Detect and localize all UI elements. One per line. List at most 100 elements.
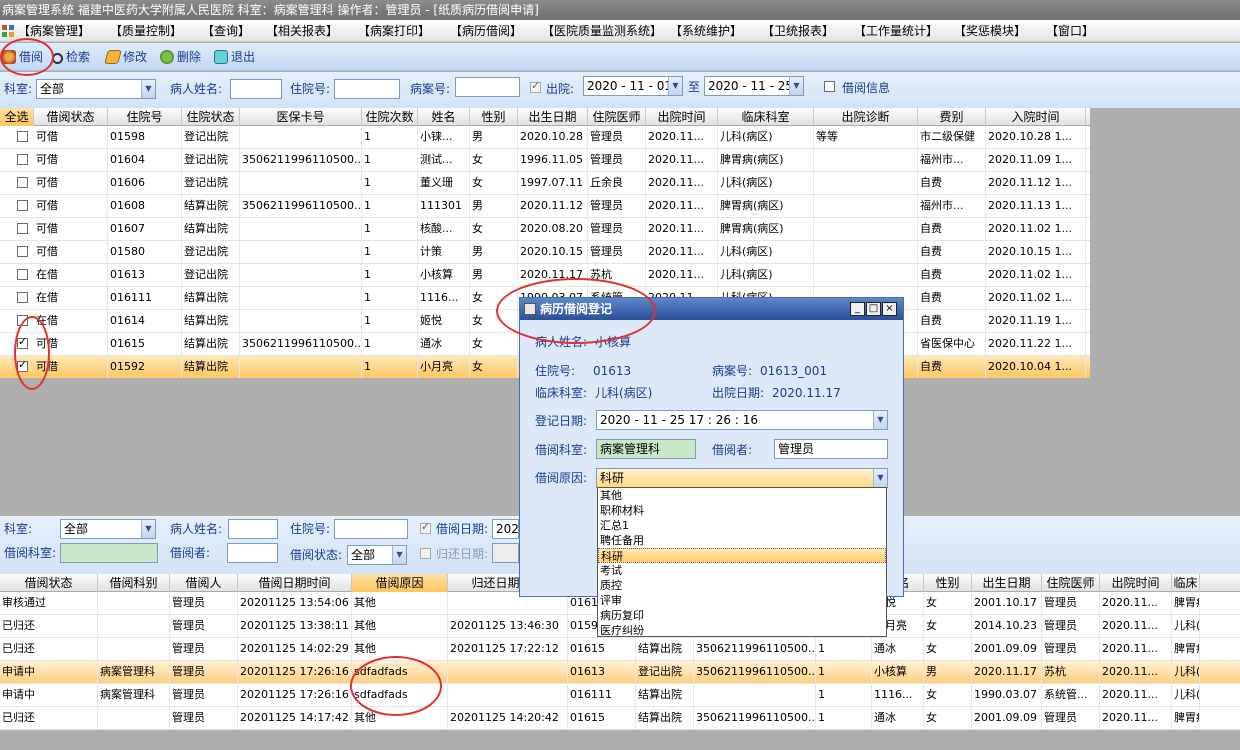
maximize-button[interactable]: □	[866, 302, 881, 316]
column-header-gender[interactable]: 性别	[924, 574, 972, 592]
case-no-input[interactable]	[455, 77, 520, 97]
edit-button[interactable]: 修改	[104, 48, 147, 66]
column-header-borrow-reason[interactable]: 借阅原因	[352, 574, 448, 592]
column-header-fee-type[interactable]: 费别	[918, 108, 986, 126]
patient-name-input[interactable]	[230, 79, 282, 99]
option-medical-dispute[interactable]: 医疗纠纷	[598, 623, 886, 638]
table-row[interactable]: 可借 01580 登记出院 1 计策男 2020.10.15 管理员 2020.11... 儿科…	[0, 241, 1090, 264]
row-checkbox[interactable]	[17, 358, 28, 372]
column-header-borrow-status[interactable]: 借阅状态	[0, 574, 98, 592]
menu-item-record-borrow[interactable]: 【病历借阅】	[450, 20, 522, 42]
borrow-info-checkbox[interactable]	[824, 81, 835, 92]
column-header-diagnosis[interactable]: 出院诊断	[814, 108, 918, 126]
table-row[interactable]: 可借 01604 登记出院 3506211996110500... 1 测试... 女 199…	[0, 149, 1090, 172]
column-header-admission-time[interactable]: 入院时间	[986, 108, 1086, 126]
discharge-no-input[interactable]	[334, 79, 400, 99]
column-header-gender[interactable]: 性别	[470, 108, 518, 126]
row-checkbox[interactable]	[17, 131, 28, 142]
borrower-input[interactable]	[227, 543, 278, 563]
menu-item-reports[interactable]: 【相关报表】	[266, 20, 338, 42]
chevron-down-icon[interactable]: ▼	[141, 80, 155, 98]
minimize-button[interactable]: _	[850, 302, 865, 316]
menu-item-case-print[interactable]: 【病案打印】	[358, 20, 430, 42]
option-research[interactable]: 科研	[598, 548, 886, 563]
date-from-picker[interactable]: 2020 - 11 - 01 ▼	[583, 76, 683, 96]
borrow-dept-input[interactable]: 病案管理科	[596, 439, 696, 459]
table-row[interactable]: 可借 01606 登记出院 1 董义珊女 1997.07.11 丘余良 2020.11... 儿…	[0, 172, 1090, 195]
option-record-copy[interactable]: 病历复印	[598, 608, 886, 623]
chevron-down-icon[interactable]: ▼	[392, 546, 406, 564]
borrow-date-checkbox[interactable]	[420, 520, 431, 534]
column-header-borrower[interactable]: 借阅人	[170, 574, 238, 592]
reg-date-picker[interactable]: 2020 - 11 - 25 17 : 26 : 16 ▼	[596, 410, 888, 430]
borrow-reason-select[interactable]: 科研 ▼	[596, 468, 888, 488]
column-header-borrow-datetime[interactable]: 借阅日期时间	[238, 574, 352, 592]
borrower-input[interactable]: 管理员	[774, 439, 888, 459]
menu-item-workload[interactable]: 【工作量统计】	[854, 20, 938, 42]
chevron-down-icon[interactable]: ▼	[141, 520, 155, 538]
discharge-date-checkbox[interactable]	[530, 79, 541, 93]
exit-button[interactable]: 退出	[214, 48, 255, 66]
close-button[interactable]: ×	[882, 302, 897, 316]
column-header-select-all[interactable]: 全选	[0, 108, 34, 126]
chevron-down-icon[interactable]: ▼	[873, 469, 887, 487]
column-header-borrow-status[interactable]: 借阅状态	[34, 108, 108, 126]
chevron-down-icon[interactable]: ▼	[789, 77, 803, 95]
column-header-clinical-dept[interactable]: 临床科室	[718, 108, 814, 126]
table-row[interactable]: 可借 01607 结算出院 1 核酸... 女 2020.08.20 管理员 2020.11..…	[0, 218, 1090, 241]
column-header-stay-count[interactable]: 住院次数	[362, 108, 418, 126]
patient-name-input[interactable]	[228, 519, 278, 539]
column-header-doctor[interactable]: 住院医师	[588, 108, 646, 126]
row-checkbox[interactable]	[17, 269, 28, 280]
option-other[interactable]: 其他	[598, 488, 886, 503]
option-title-materials[interactable]: 职称材料	[598, 503, 886, 518]
row-checkbox[interactable]	[17, 223, 28, 234]
menu-item-quality-control[interactable]: 【质量控制】	[110, 20, 182, 42]
row-checkbox[interactable]	[17, 292, 28, 303]
chevron-down-icon[interactable]: ▼	[873, 411, 887, 429]
menu-item-rewards[interactable]: 【奖惩模块】	[954, 20, 1026, 42]
column-header-discharge-time[interactable]: 出院时间	[1100, 574, 1172, 592]
column-header-stay-status[interactable]: 住院状态	[182, 108, 240, 126]
column-header-birth-date[interactable]: 出生日期	[972, 574, 1042, 592]
table-row[interactable]: 已归还 管理员 20201125 14:17:42 其他 20201125 14:20:…	[0, 707, 1240, 730]
column-header-clinical-dept[interactable]: 临床	[1172, 574, 1200, 592]
row-checkbox[interactable]	[17, 177, 28, 188]
delete-button[interactable]: 删除	[160, 48, 201, 66]
option-quality-control[interactable]: 质控	[598, 578, 886, 593]
menu-item-system-maintenance[interactable]: 【系统维护】	[670, 20, 742, 42]
row-checkbox[interactable]	[17, 246, 28, 257]
borrow-dept-input[interactable]	[60, 543, 158, 563]
row-checkbox[interactable]	[17, 335, 28, 349]
borrow-button[interactable]: 借阅	[2, 48, 43, 66]
table-row[interactable]: 申请中 病案管理科 管理员 20201125 17:26:16 sdfadfads 016…	[0, 661, 1240, 684]
return-date-checkbox[interactable]	[420, 548, 431, 559]
row-checkbox[interactable]	[17, 154, 28, 165]
menu-item-quality-monitor[interactable]: 【医院质量监测系统】	[542, 20, 662, 42]
column-header-birth-date[interactable]: 出生日期	[518, 108, 588, 126]
row-checkbox[interactable]	[17, 315, 28, 326]
column-header-discharge-time[interactable]: 出院时间	[646, 108, 718, 126]
borrow-date-picker[interactable]: 2020	[492, 519, 519, 539]
column-header-doctor[interactable]: 住院医师	[1042, 574, 1100, 592]
search-button[interactable]: 检索	[52, 48, 90, 66]
dept-select[interactable]: 全部 ▼	[36, 79, 156, 99]
table-row[interactable]: 申请中 病案管理科 管理员 20201125 17:26:16 sdfadfads 016…	[0, 684, 1240, 707]
table-row[interactable]: 可借 01608 结算出院 3506211996110500... 1 111301 男 20…	[0, 195, 1090, 218]
dept-select[interactable]: 全部 ▼	[60, 519, 156, 539]
column-header-discharge-no[interactable]: 住院号	[108, 108, 182, 126]
chevron-down-icon[interactable]: ▼	[668, 77, 682, 95]
discharge-no-input[interactable]	[334, 519, 408, 539]
menu-item-query[interactable]: 【查询】	[202, 20, 250, 42]
option-appointment[interactable]: 聘任备用	[598, 533, 886, 548]
column-header-insurance-card[interactable]: 医保卡号	[240, 108, 362, 126]
table-row[interactable]: 在借 01613 登记出院 1 小核算男 2020.11.17 苏杭 2020.11... 儿科…	[0, 264, 1090, 287]
option-exam[interactable]: 考试	[598, 563, 886, 578]
return-date-picker[interactable]	[492, 543, 519, 563]
table-row[interactable]: 可借 01598 登记出院 1 小铼... 男 2020.10.28 管理员 2020.11..…	[0, 126, 1090, 149]
date-to-picker[interactable]: 2020 - 11 - 25 ▼	[704, 76, 804, 96]
borrow-status-select[interactable]: 全部 ▼	[347, 545, 407, 565]
column-header-borrow-dept[interactable]: 借阅科别	[98, 574, 170, 592]
option-review[interactable]: 评审	[598, 593, 886, 608]
menu-item-case-management[interactable]: 【病案管理】	[18, 20, 90, 42]
